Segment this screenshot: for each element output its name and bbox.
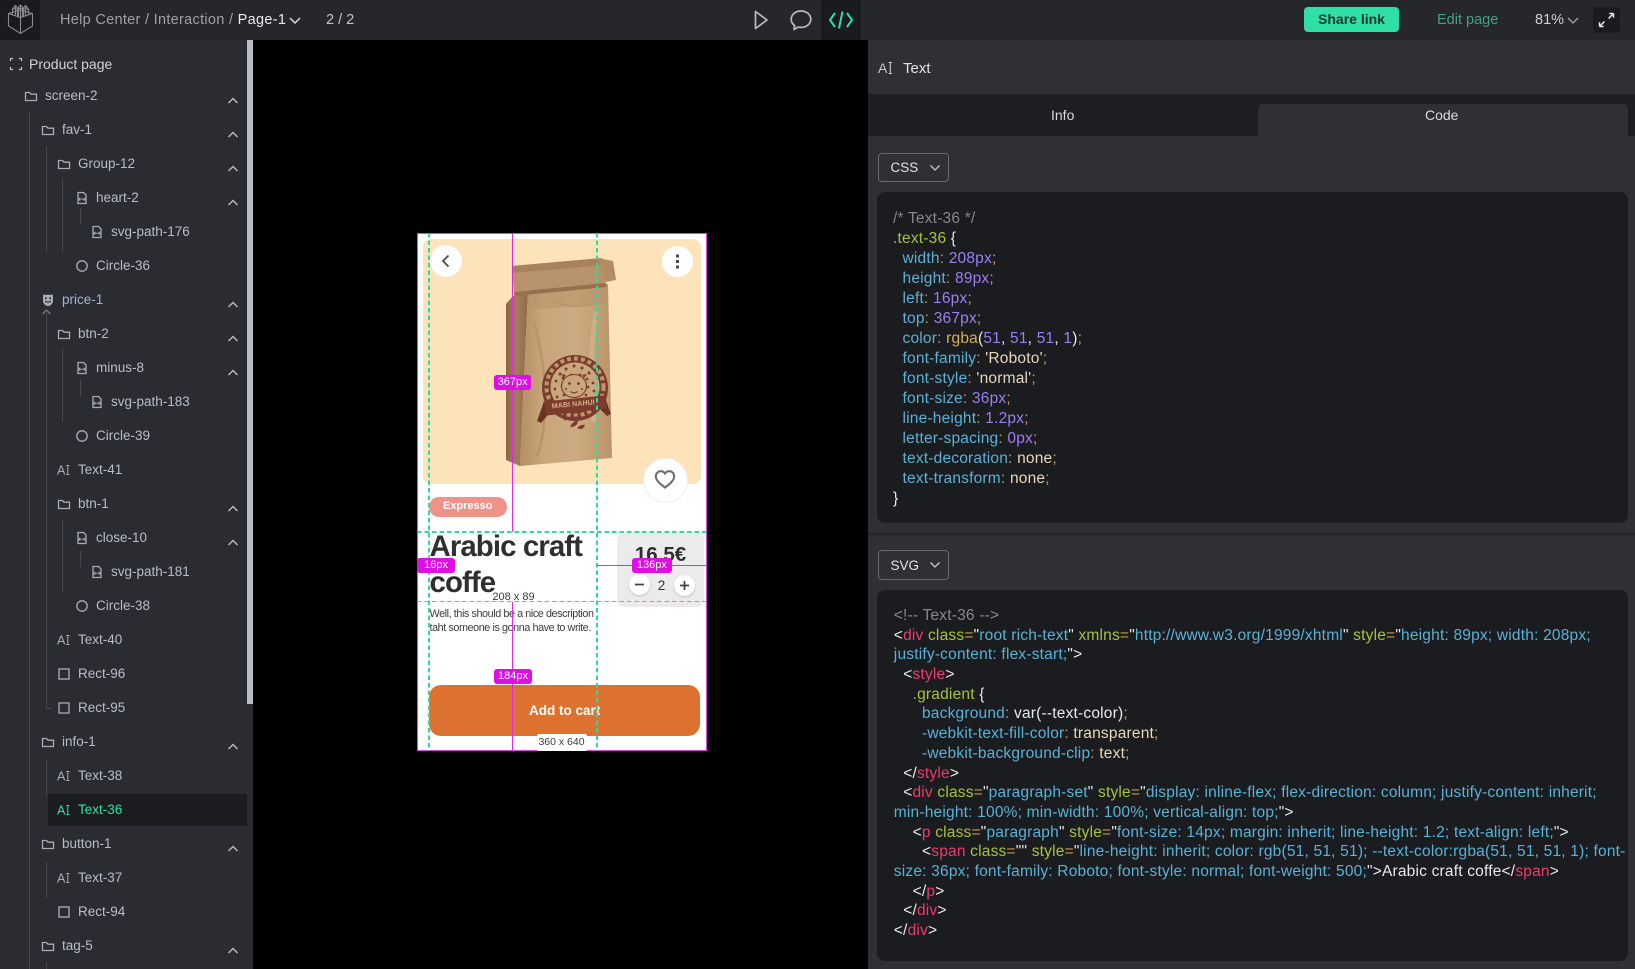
svg-text:A: A (57, 770, 66, 784)
svg-text:A: A (878, 60, 888, 76)
svg-text:A: A (57, 634, 66, 648)
svg-text:A: A (57, 464, 66, 478)
svg-text:A: A (57, 804, 66, 818)
svg-text:A: A (57, 872, 66, 886)
